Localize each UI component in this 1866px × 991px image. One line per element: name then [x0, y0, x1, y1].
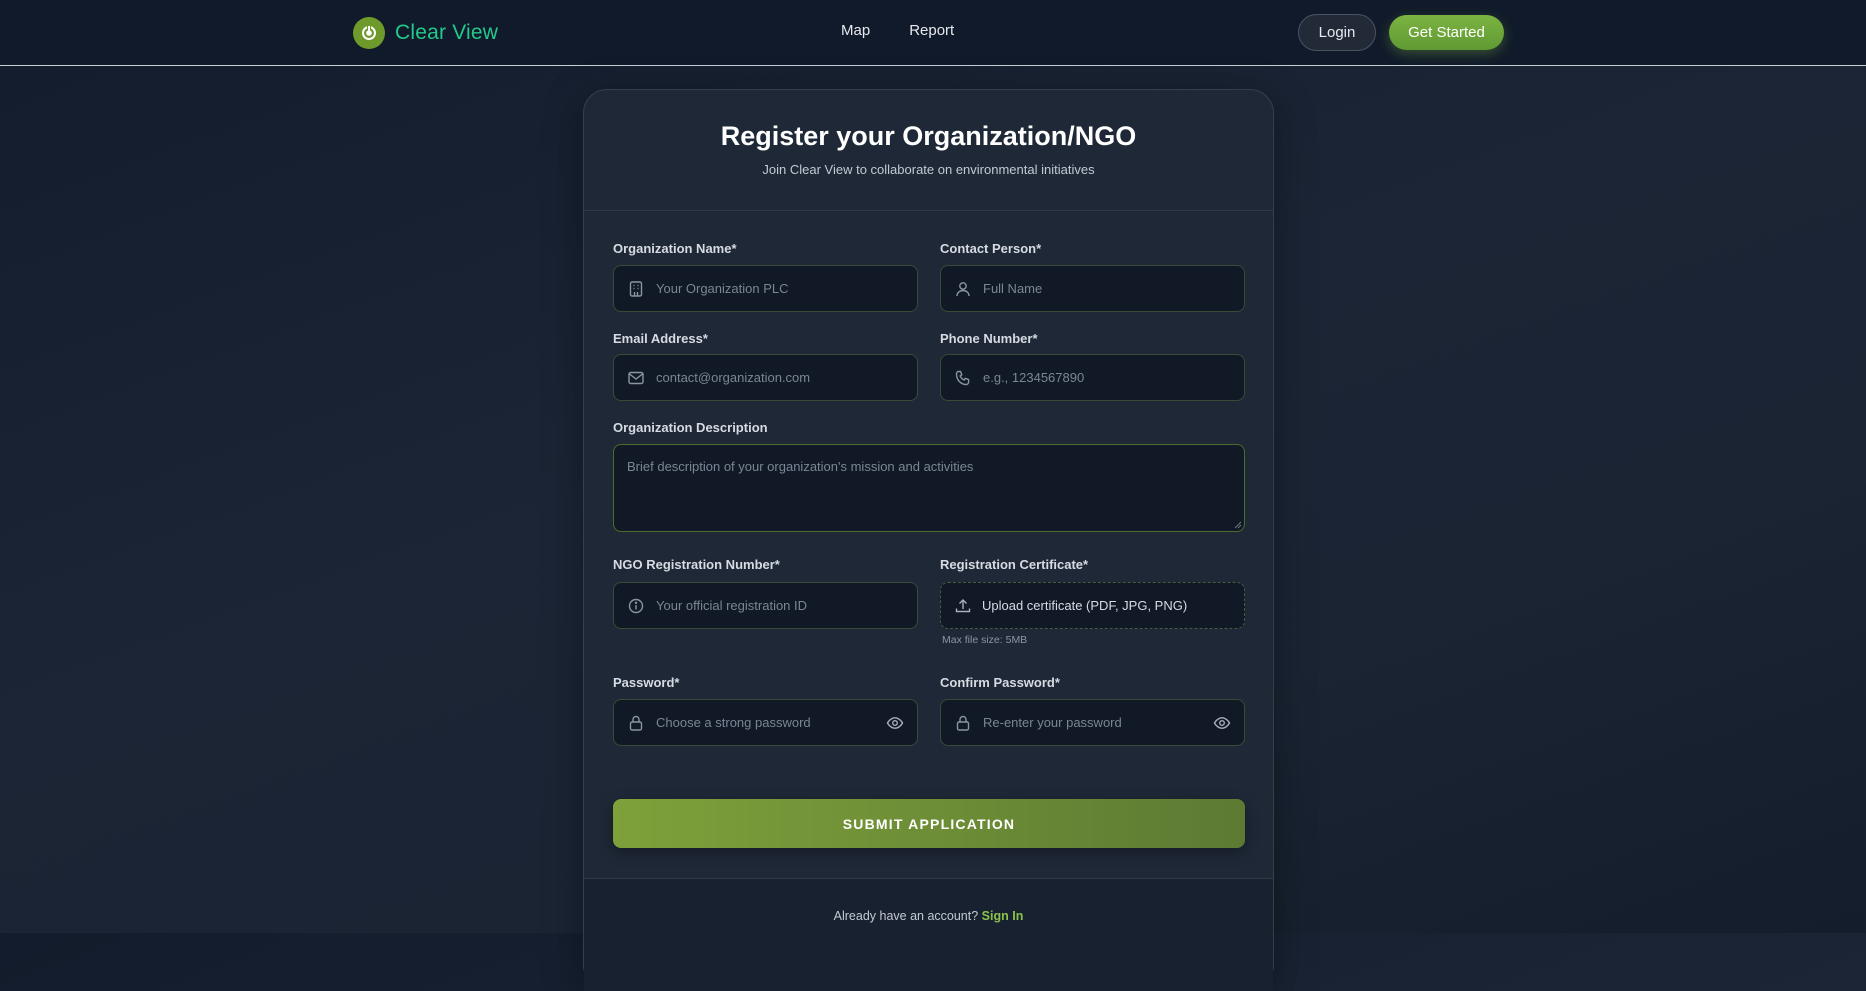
file-size-hint: Max file size: 5MB — [942, 634, 1028, 646]
get-started-button[interactable]: Get Started — [1389, 15, 1504, 50]
nav-link-report[interactable]: Report — [909, 22, 954, 39]
contact-person-placeholder: Full Name — [983, 281, 1043, 296]
eye-icon[interactable] — [1213, 714, 1231, 732]
eye-icon[interactable] — [886, 714, 904, 732]
mail-icon — [627, 369, 645, 387]
reg-number-input[interactable]: Your official registration ID — [613, 582, 918, 629]
phone-placeholder: e.g., 1234567890 — [983, 370, 1085, 385]
resize-handle-icon[interactable] — [1234, 521, 1242, 529]
card-footer: Already have an account? Sign In — [584, 878, 1273, 991]
confirm-password-label: Confirm Password* — [940, 675, 1060, 690]
description-textarea[interactable]: Brief description of your organization's… — [613, 444, 1245, 532]
user-icon — [954, 280, 972, 298]
password-field[interactable]: Choose a strong password — [613, 699, 918, 746]
page-title: Register your Organization/NGO — [720, 121, 1137, 151]
nav-link-map[interactable]: Map — [841, 22, 870, 39]
org-name-label: Organization Name* — [613, 241, 737, 256]
password-label: Password* — [613, 675, 680, 690]
email-placeholder: contact@organization.com — [656, 370, 811, 385]
reg-number-placeholder: Your official registration ID — [656, 598, 808, 613]
reg-number-label: NGO Registration Number* — [613, 557, 780, 572]
email-label: Email Address* — [613, 331, 708, 346]
certificate-upload-text: Upload certificate (PDF, JPG, PNG) — [982, 598, 1188, 613]
org-name-input[interactable]: Your Organization PLC — [613, 265, 918, 312]
top-navbar: Clear View Map Report Login Get Started — [0, 0, 1866, 66]
card-header: Register your Organization/NGO Join Clea… — [584, 90, 1273, 211]
lock-icon — [954, 714, 972, 732]
upload-icon — [954, 597, 972, 615]
email-field[interactable]: contact@organization.com — [613, 354, 918, 401]
nav-links: Map Report — [841, 22, 954, 39]
sign-in-link[interactable]: Sign In — [982, 909, 1024, 923]
description-placeholder: Brief description of your organization's… — [627, 459, 974, 474]
lock-icon — [627, 714, 645, 732]
logo-icon — [353, 17, 385, 49]
password-placeholder: Choose a strong password — [656, 715, 811, 730]
confirm-password-placeholder: Re-enter your password — [983, 715, 1122, 730]
page-subtitle: Join Clear View to collaborate on enviro… — [762, 162, 1095, 177]
signin-prompt-text: Already have an account? — [833, 909, 979, 923]
phone-label: Phone Number* — [940, 331, 1038, 346]
phone-icon — [954, 369, 972, 387]
building-icon — [627, 280, 645, 298]
brand[interactable]: Clear View — [353, 17, 498, 49]
contact-person-input[interactable]: Full Name — [940, 265, 1245, 312]
certificate-upload[interactable]: Upload certificate (PDF, JPG, PNG) — [940, 582, 1245, 629]
login-button[interactable]: Login — [1298, 14, 1376, 51]
phone-field[interactable]: e.g., 1234567890 — [940, 354, 1245, 401]
description-label: Organization Description — [613, 420, 768, 435]
contact-person-label: Contact Person* — [940, 241, 1042, 256]
submit-application-button[interactable]: SUBMIT APPLICATION — [613, 799, 1245, 848]
info-icon — [627, 597, 645, 615]
brand-name: Clear View — [395, 21, 499, 44]
org-name-placeholder: Your Organization PLC — [656, 281, 789, 296]
registration-card: Register your Organization/NGO Join Clea… — [583, 89, 1274, 991]
certificate-label: Registration Certificate* — [940, 557, 1089, 572]
signin-prompt: Already have an account? Sign In — [584, 909, 1273, 923]
confirm-password-field[interactable]: Re-enter your password — [940, 699, 1245, 746]
